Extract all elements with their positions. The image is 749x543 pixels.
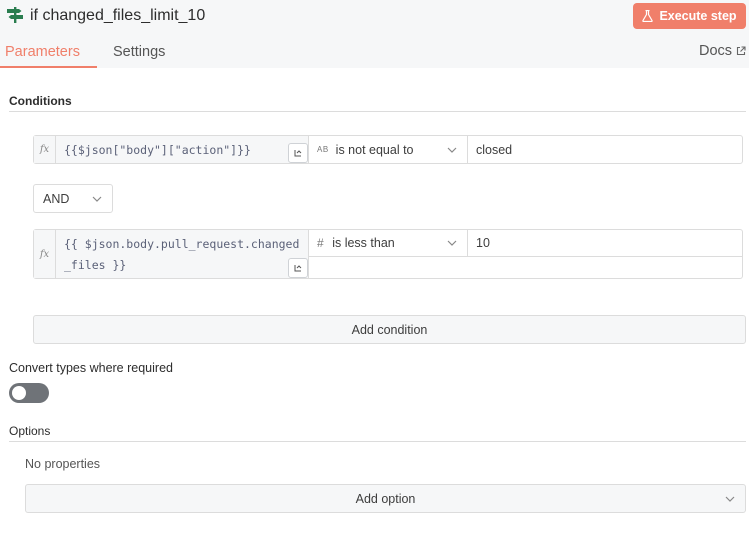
conditions-label: Conditions xyxy=(9,94,72,108)
add-condition-button[interactable]: Add condition xyxy=(33,315,746,344)
active-tab-indicator xyxy=(0,66,97,68)
tab-settings[interactable]: Settings xyxy=(113,43,165,61)
condition-row-1: fx {{$json["body"]["action"]}} AB is not… xyxy=(33,135,743,164)
conditions-divider xyxy=(9,111,746,112)
number-type-icon: # xyxy=(317,236,325,250)
execute-step-label: Execute step xyxy=(659,9,737,23)
add-option-button[interactable]: Add option xyxy=(25,484,746,513)
options-label: Options xyxy=(9,424,51,438)
condition-2-expression[interactable]: {{ $json.body.pull_request.changed_files… xyxy=(56,230,309,278)
condition-2-operator: is less than xyxy=(332,236,395,250)
options-divider xyxy=(9,441,746,442)
toggle-knob xyxy=(12,386,26,400)
external-link-icon xyxy=(736,46,746,56)
no-properties-text: No properties xyxy=(25,457,101,471)
execute-step-button[interactable]: Execute step xyxy=(633,3,746,29)
condition-1-operator-select[interactable]: AB is not equal to xyxy=(309,136,468,163)
combinator-value: AND xyxy=(43,191,70,206)
convert-types-toggle[interactable] xyxy=(9,383,49,403)
condition-row-2: fx {{ $json.body.pull_request.changed_fi… xyxy=(33,229,743,279)
fx-icon: fx xyxy=(34,136,56,163)
condition-1-operator: is not equal to xyxy=(335,142,414,157)
convert-types-label: Convert types where required xyxy=(9,361,173,375)
docs-label: Docs xyxy=(699,43,733,59)
string-type-icon: AB xyxy=(317,145,329,154)
condition-1-expression[interactable]: {{$json["body"]["action"]}} xyxy=(56,136,309,163)
combinator-select[interactable]: AND xyxy=(33,184,113,213)
signpost-icon xyxy=(7,7,23,23)
chevron-down-icon xyxy=(447,147,457,153)
flask-icon xyxy=(642,10,654,22)
node-title[interactable]: if changed_files_limit_10 xyxy=(30,6,205,26)
fx-icon: fx xyxy=(34,230,56,278)
chevron-down-icon xyxy=(725,496,735,502)
condition-1-value[interactable]: closed xyxy=(468,136,512,163)
condition-2-value[interactable]: 10 xyxy=(468,230,742,257)
node-header: if changed_files_limit_10 Execute step P… xyxy=(0,0,749,68)
chevron-down-icon xyxy=(447,240,457,246)
expression-mode-icon[interactable] xyxy=(288,143,308,163)
tab-parameters[interactable]: Parameters xyxy=(5,43,80,61)
expression-mode-icon[interactable] xyxy=(288,258,308,278)
chevron-down-icon xyxy=(92,196,102,202)
condition-2-operator-select[interactable]: # is less than xyxy=(309,230,468,257)
add-option-label: Add option xyxy=(355,491,416,506)
docs-link[interactable]: Docs xyxy=(699,43,746,59)
